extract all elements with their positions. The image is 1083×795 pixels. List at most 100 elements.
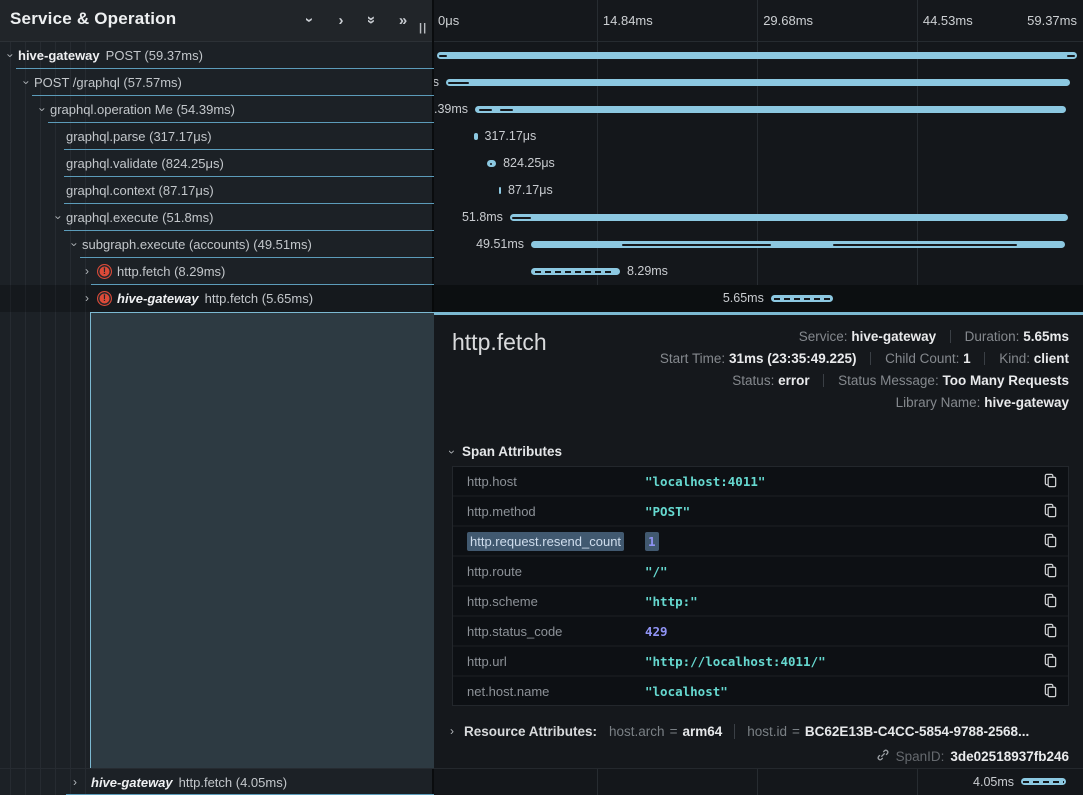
span-bar[interactable] <box>510 214 1068 221</box>
timeline-row <box>434 42 1083 69</box>
service-name: hive-gateway <box>91 775 173 790</box>
attribute-value: "http:" <box>645 594 698 609</box>
timeline-row: 8.29ms <box>434 258 1083 285</box>
copy-icon[interactable] <box>1043 473 1058 493</box>
collapse-all-icon[interactable]: » <box>363 13 381 27</box>
tree-row[interactable]: › graphql.execute (51.8ms) <box>0 204 434 231</box>
span-bar[interactable] <box>487 160 496 167</box>
tree-row[interactable]: graphql.context (87.17μs) <box>0 177 434 204</box>
expand-one-icon[interactable]: › <box>334 11 348 29</box>
span-duration-label: 87.17μs <box>501 177 560 204</box>
span-bar[interactable] <box>446 79 1070 86</box>
timeline-row-selected: 5.65ms <box>434 285 1083 312</box>
span-bar[interactable] <box>1021 778 1066 785</box>
attribute-key: net.host.name <box>453 684 645 699</box>
span-bar[interactable] <box>475 106 1066 113</box>
timeline-rows: 57.57ms 54.39ms 317.17μs 824.25μs 87.17μ… <box>434 42 1083 312</box>
copy-icon[interactable] <box>1043 503 1058 523</box>
span-duration-label: 54.39ms <box>434 96 475 123</box>
tree-row[interactable]: › ! http.fetch (8.29ms) <box>0 258 434 285</box>
timeline-row: 57.57ms <box>434 69 1083 96</box>
attribute-key: http.url <box>453 654 645 669</box>
tree-row[interactable]: › subgraph.execute (accounts) (49.51ms) <box>0 231 434 258</box>
span-attributes-table: http.host "localhost:4011" http.method "… <box>452 466 1069 706</box>
tree-row[interactable]: graphql.parse (317.17μs) <box>0 123 434 150</box>
span-label: graphql.execute (51.8ms) <box>66 204 213 231</box>
attribute-row: http.status_code 429 <box>453 617 1068 645</box>
timeline-row: 317.17μs <box>434 123 1083 150</box>
timeline-row: 49.51ms <box>434 231 1083 258</box>
meta-status: error <box>778 373 810 388</box>
copy-icon[interactable] <box>1043 593 1058 613</box>
span-id-value: 3de02518937fb246 <box>950 749 1069 764</box>
error-icon: ! <box>97 264 112 279</box>
attribute-value: "localhost" <box>645 684 728 699</box>
span-bar[interactable] <box>771 295 833 302</box>
tree-row[interactable]: › hive-gatewayhttp.fetch (4.05ms) <box>0 768 434 795</box>
span-duration-label: 49.51ms <box>469 231 531 258</box>
copy-icon[interactable] <box>1043 623 1058 643</box>
span-tree: › hive-gateway POST (59.37ms) › POST /gra… <box>0 42 434 312</box>
span-duration-label: 4.05ms <box>966 769 1021 795</box>
tree-row[interactable]: › POST /graphql (57.57ms) <box>0 69 434 96</box>
attribute-value: "/" <box>645 564 668 579</box>
chevron-right-icon: › <box>450 724 454 738</box>
chevron-right-icon[interactable]: › <box>69 769 81 795</box>
span-bar[interactable] <box>531 241 1065 248</box>
link-icon[interactable] <box>876 748 890 765</box>
tree-row-selected[interactable]: › ! hive-gatewayhttp.fetch (5.65ms) <box>0 285 434 312</box>
span-title: http.fetch <box>452 329 547 356</box>
span-duration-label: 5.65ms <box>716 285 771 312</box>
span-duration-label: 57.57ms <box>434 69 446 96</box>
panel-resize-handle[interactable]: || <box>419 22 427 34</box>
attribute-value: "localhost:4011" <box>645 474 765 489</box>
span-bar[interactable] <box>437 52 1077 59</box>
span-bar[interactable] <box>531 268 620 275</box>
span-label: POST /graphql (57.57ms) <box>34 69 182 96</box>
time-tick: 59.37ms <box>1027 0 1077 42</box>
copy-icon[interactable] <box>1043 683 1058 703</box>
collapse-one-icon[interactable]: › <box>301 13 319 27</box>
span-label: graphql.validate (824.25μs) <box>66 150 224 177</box>
timeline-row: 51.8ms <box>434 204 1083 231</box>
meta-duration: 5.65ms <box>1023 329 1069 344</box>
attribute-value: "http://localhost:4011/" <box>645 654 826 669</box>
attribute-row-selected: http.request.resend_count 1 <box>453 527 1068 555</box>
span-label: http.fetch (5.65ms) <box>205 291 313 306</box>
attribute-row: http.scheme "http:" <box>453 587 1068 615</box>
copy-icon[interactable] <box>1043 563 1058 583</box>
chevron-right-icon[interactable]: › <box>81 258 93 285</box>
trace-viewer: Service & Operation › › » » || › hive-ga… <box>0 0 1083 795</box>
copy-icon[interactable] <box>1043 533 1058 553</box>
timeline-row: 54.39ms <box>434 96 1083 123</box>
resource-attributes-row[interactable]: › Resource Attributes: host.arch = arm64… <box>450 716 1069 746</box>
meta-kind: client <box>1034 351 1069 366</box>
timeline-row: 87.17μs <box>434 177 1083 204</box>
tree-header-title: Service & Operation <box>10 9 176 29</box>
span-attributes-header[interactable]: ›Span Attributes <box>450 444 562 459</box>
span-label: graphql.parse (317.17μs) <box>66 123 212 150</box>
expand-all-icon[interactable]: » <box>396 11 410 29</box>
timeline-row: 4.05ms <box>434 769 1083 795</box>
time-tick: 14.84ms <box>603 0 653 42</box>
chevron-right-icon[interactable]: › <box>81 285 93 312</box>
span-label: graphql.context (87.17μs) <box>66 177 214 204</box>
span-label: POST (59.37ms) <box>106 48 203 63</box>
resource-value: arm64 <box>682 724 722 739</box>
attribute-key: http.scheme <box>453 594 645 609</box>
meta-child-count: 1 <box>963 351 971 366</box>
attribute-key: http.host <box>453 474 645 489</box>
copy-icon[interactable] <box>1043 653 1058 673</box>
attribute-row: http.url "http://localhost:4011/" <box>453 647 1068 675</box>
resource-key: host.id <box>747 724 787 739</box>
attribute-row: http.host "localhost:4011" <box>453 467 1068 495</box>
tree-row[interactable]: › hive-gatewayPOST (59.37ms) <box>0 42 434 69</box>
service-name: hive-gateway <box>18 48 100 63</box>
tree-row[interactable]: graphql.validate (824.25μs) <box>0 150 434 177</box>
span-duration-label: 824.25μs <box>496 150 562 177</box>
span-label: graphql.operation Me (54.39ms) <box>50 96 235 123</box>
resource-key: host.arch <box>609 724 665 739</box>
tree-row[interactable]: › graphql.operation Me (54.39ms) <box>0 96 434 123</box>
selected-span-indent-block <box>90 312 434 768</box>
span-duration-label: 8.29ms <box>620 258 675 285</box>
